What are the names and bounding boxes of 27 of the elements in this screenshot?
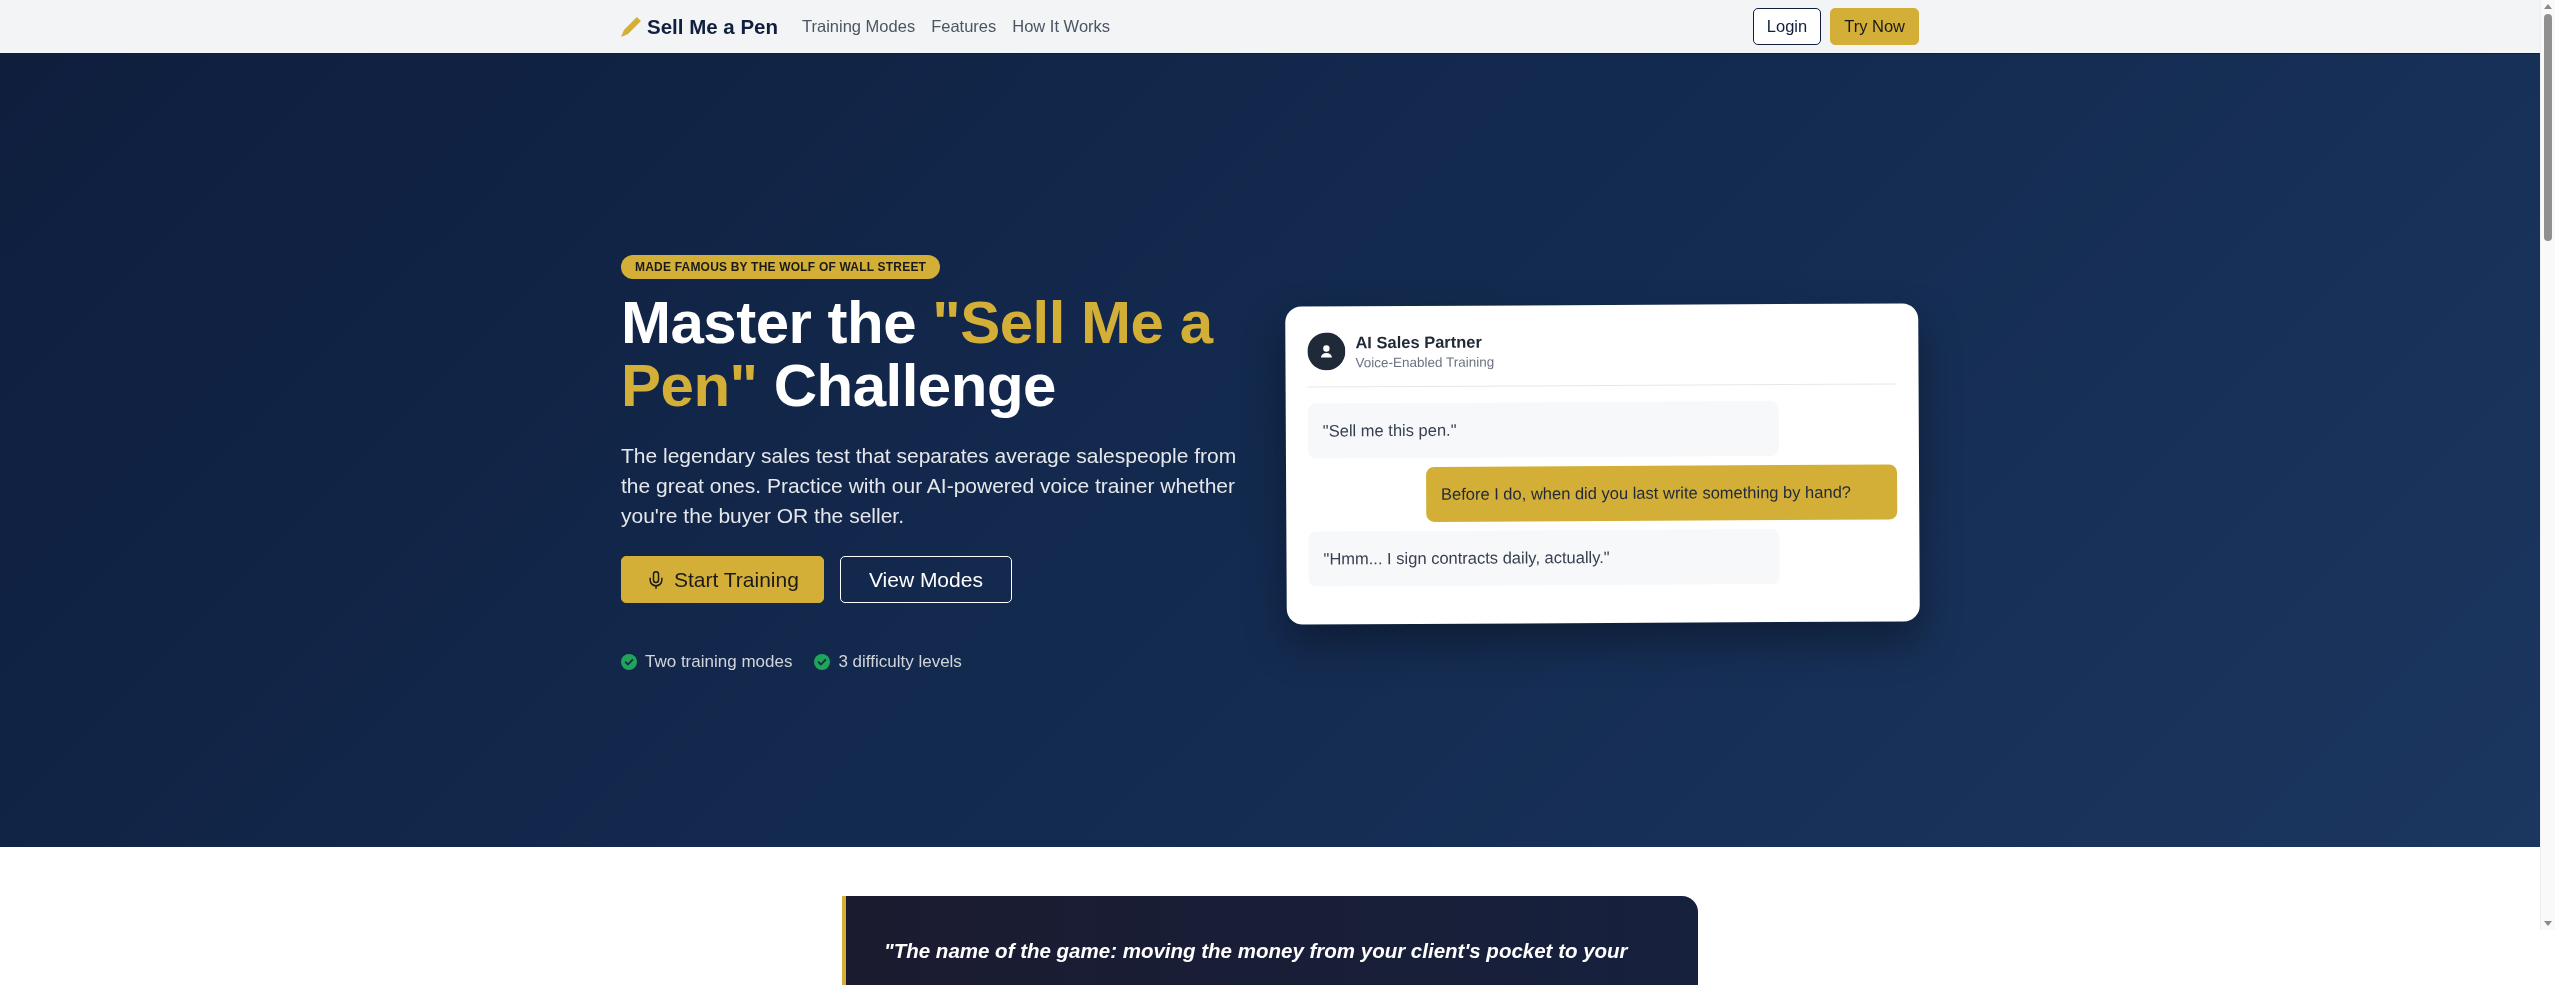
partner-message: "Hmm... I sign contracts daily, actually.": [1308, 528, 1780, 587]
login-button[interactable]: Login: [1752, 8, 1822, 45]
hero-headline: Master the "Sell Me a Pen" Challenge: [621, 291, 1215, 417]
check-circle-icon: [621, 654, 637, 670]
check-circle-icon: [814, 654, 831, 670]
chat-title: AI Sales Partner: [1355, 331, 1483, 352]
pen-icon: [621, 16, 641, 37]
user-message: Before I do, when did you last write something by hand?: [1425, 463, 1898, 522]
microphone-icon: [646, 569, 666, 590]
nav-link[interactable]: Training Modes: [802, 17, 916, 36]
try-now-button[interactable]: Try Now: [1830, 8, 1919, 45]
logo-link[interactable]: Sell Me a Pen: [621, 14, 779, 39]
tagline-badge: MADE FAMOUS BY THE WOLF OF WALL STREET: [621, 255, 941, 279]
view-modes-button[interactable]: View Modes: [839, 556, 1012, 603]
partner-message: "Sell me this pen.": [1307, 400, 1780, 459]
nav-link[interactable]: How It Works: [1012, 17, 1111, 36]
scrollbar-thumb[interactable]: [2544, 14, 2552, 241]
chat-subtitle: Voice-Enabled Training: [1355, 353, 1495, 370]
hero-description: The legendary sales test that separates average salespeople from the great ones. Practice with our AI-powered voice trainer whether you're the buyer OR the seller.: [621, 443, 1238, 529]
scroll-up-icon[interactable]: [2544, 4, 2552, 9]
scroll-down-icon[interactable]: [2544, 921, 2552, 926]
nav-link[interactable]: Features: [931, 17, 997, 36]
user-avatar-icon: [1307, 331, 1346, 371]
quote-text: "The name of the game: moving the money from your client's pocket to your: [884, 938, 1630, 964]
start-training-button[interactable]: Start Training: [621, 556, 824, 603]
feature-label: Two training modes: [645, 652, 793, 672]
feature-label: 3 difficulty levels: [838, 652, 962, 672]
